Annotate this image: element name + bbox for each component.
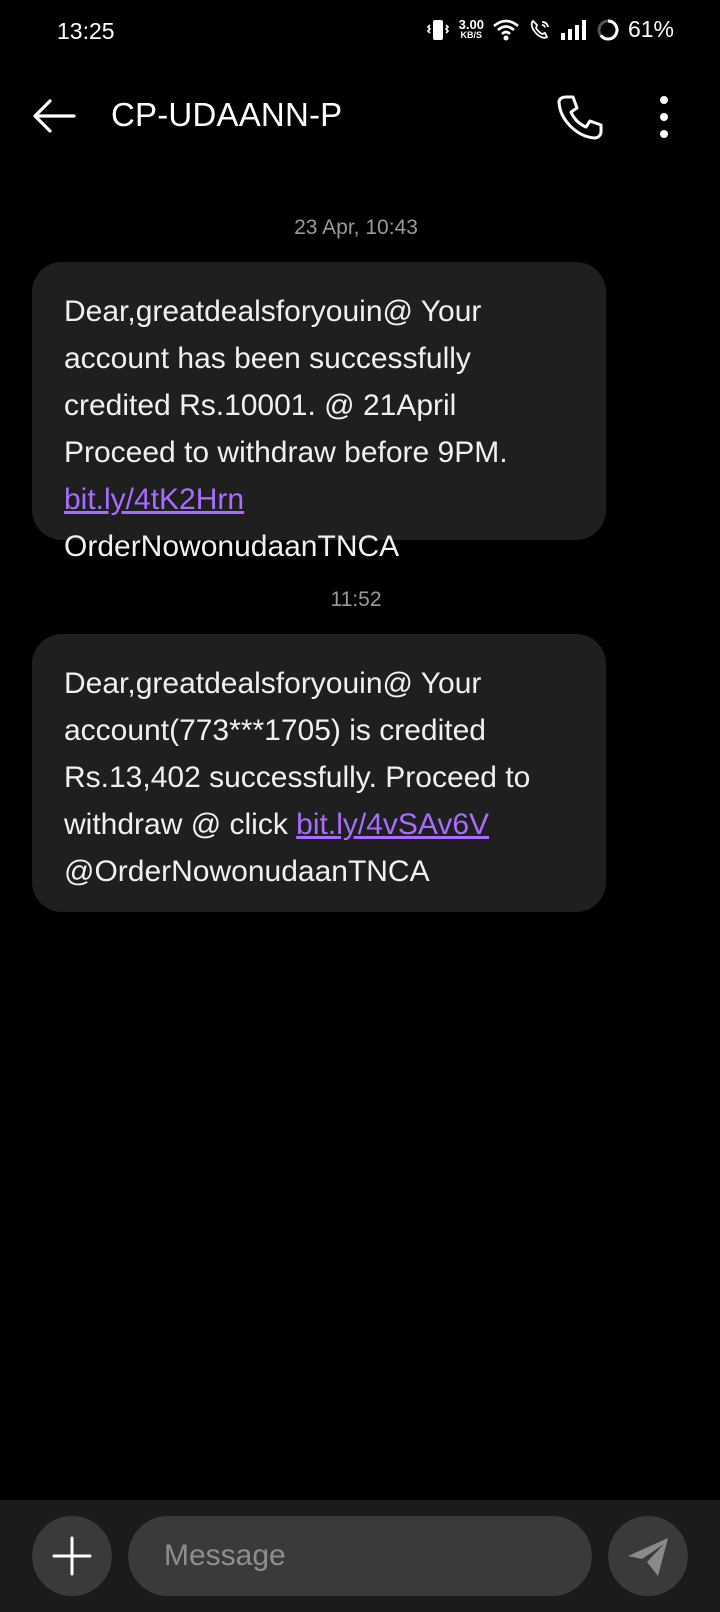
signal-icon <box>560 19 588 41</box>
conversation-header: CP-UDAANN-P <box>0 80 720 154</box>
battery-percent: 61% <box>627 16 674 42</box>
more-options-button[interactable] <box>650 94 678 140</box>
attach-button[interactable] <box>32 1516 112 1596</box>
back-button[interactable] <box>30 96 80 136</box>
message-timestamp: 11:52 <box>330 588 382 611</box>
conversation-title: CP-UDAANN-P <box>111 96 343 133</box>
net-speed: 3.00 KB/S <box>458 16 484 40</box>
message-text: @OrderNowonudaanTNCA <box>64 855 430 888</box>
status-time: 13:25 <box>57 18 115 44</box>
battery-icon <box>596 18 620 42</box>
message-input[interactable] <box>128 1516 592 1596</box>
message-link[interactable]: bit.ly/4vSAv6V <box>296 808 489 841</box>
status-icons: 3.00 KB/S 61% <box>425 16 674 43</box>
plus-icon <box>52 1536 92 1576</box>
message-timestamp: 23 Apr, 10:43 <box>294 216 418 239</box>
send-icon <box>628 1538 668 1576</box>
call-button[interactable] <box>555 93 605 141</box>
wifi-call-icon <box>528 18 552 42</box>
message-text: Dear,greatdealsforyouin@ Your account ha… <box>64 295 508 469</box>
phone-icon <box>557 95 603 140</box>
composer-bar <box>0 1500 720 1612</box>
status-bar: 13:25 3.00 KB/S 61% <box>0 0 720 66</box>
wifi-icon <box>492 18 520 42</box>
message-bubble[interactable]: Dear,greatdealsforyouin@ Your account ha… <box>32 262 606 563</box>
message-link[interactable]: bit.ly/4tK2Hrn <box>64 483 244 516</box>
message-text: OrderNowonudaanTNCA <box>64 530 400 563</box>
more-vert-icon <box>660 96 668 138</box>
back-arrow-icon <box>33 99 76 133</box>
message-bubble[interactable]: Dear,greatdealsforyouin@ Your account(77… <box>32 634 606 912</box>
vibrate-icon <box>425 17 451 43</box>
send-button[interactable] <box>608 1516 688 1596</box>
